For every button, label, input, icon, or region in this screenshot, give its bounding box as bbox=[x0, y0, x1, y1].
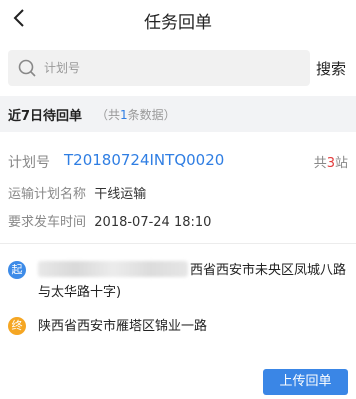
start-address: 西省西安市未央区凤城八路与太华路十字) bbox=[38, 260, 350, 304]
section-count: （共1条数据） bbox=[96, 106, 176, 123]
plan-name-value: 干线运输 bbox=[94, 187, 147, 202]
section-title: 近7日待回单 bbox=[8, 109, 83, 124]
departure-label: 要求发车时间 bbox=[8, 215, 87, 230]
stops-suffix: 站 bbox=[334, 156, 348, 171]
stops-count: 共3站 bbox=[314, 152, 348, 171]
search-row: 搜索 bbox=[0, 46, 356, 90]
end-address: 陕西省西安市雁塔区锦业一路 bbox=[38, 319, 208, 334]
start-marker-icon: 起 bbox=[8, 261, 26, 279]
top-bar: 任务回单 bbox=[0, 0, 356, 40]
plan-number-label: 计划号 bbox=[8, 155, 50, 171]
divider bbox=[0, 243, 356, 244]
search-box[interactable] bbox=[8, 50, 310, 86]
stops-prefix: 共 bbox=[313, 156, 327, 171]
count-suffix: 条数据） bbox=[127, 108, 176, 122]
plan-number: T20180724INTQ0020 bbox=[64, 151, 225, 169]
search-button[interactable]: 搜索 bbox=[316, 58, 346, 79]
redacted-text bbox=[38, 261, 188, 277]
departure-row: 要求发车时间 2018-07-24 18:10 bbox=[8, 211, 211, 230]
count-prefix: （共 bbox=[96, 108, 121, 122]
plan-name-row: 运输计划名称 干线运输 bbox=[8, 183, 146, 202]
task-card[interactable]: 计划号 T20180724INTQ0020 共3站 运输计划名称 干线运输 要求… bbox=[0, 132, 356, 399]
count-number: 1 bbox=[120, 108, 128, 122]
section-header: 近7日待回单 （共1条数据） bbox=[0, 96, 356, 132]
search-input[interactable] bbox=[44, 56, 294, 80]
upload-receipt-button[interactable]: 上传回单 bbox=[263, 369, 348, 395]
page-title: 任务回单 bbox=[144, 13, 212, 33]
plan-name-label: 运输计划名称 bbox=[8, 187, 87, 202]
end-marker-icon: 终 bbox=[8, 317, 26, 335]
stops-number: 3 bbox=[326, 156, 335, 171]
departure-value: 2018-07-24 18:10 bbox=[94, 215, 212, 230]
search-icon bbox=[16, 57, 38, 79]
